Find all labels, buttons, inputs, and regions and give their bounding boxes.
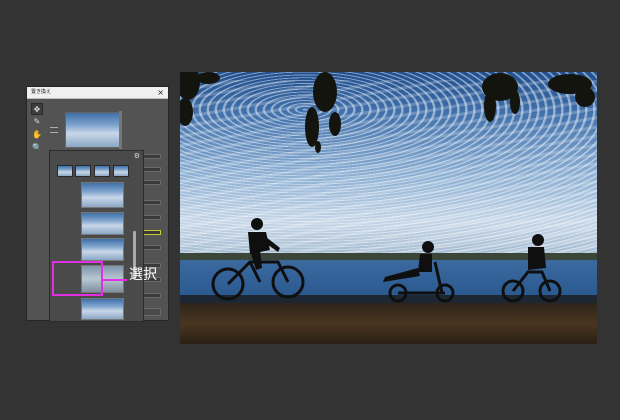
slider-control[interactable] <box>143 200 161 205</box>
zoom-icon[interactable]: 🔍 <box>31 142 43 154</box>
document-photo[interactable] <box>180 72 597 344</box>
sky-thumbnail[interactable] <box>81 212 124 235</box>
foliage-top-right <box>482 73 595 122</box>
tool-column: ✥ ✎ ✋ 🔍 <box>29 103 45 158</box>
foliage-top-center <box>305 72 341 153</box>
move-icon[interactable]: ✥ <box>31 103 43 115</box>
sky-thumbnail[interactable] <box>81 238 124 261</box>
sky-preset-popup: ⚙ <box>49 150 144 322</box>
callout-line <box>103 279 127 281</box>
foliage-top-left <box>180 72 220 126</box>
child-bike-silhouette <box>501 270 562 303</box>
gear-icon[interactable]: ⚙ <box>134 152 140 161</box>
child-rider-body <box>528 234 546 270</box>
sky-preview-thumbnail[interactable] <box>65 112 120 148</box>
sky-folder-thumbnail[interactable] <box>94 165 110 177</box>
menu-lines-icon <box>50 127 58 133</box>
sky-folder-thumbnail[interactable] <box>113 165 129 177</box>
slider-control[interactable] <box>143 167 161 172</box>
scooter-rider-body <box>383 241 434 282</box>
sky-folder-thumbnail[interactable] <box>57 165 73 177</box>
brush-icon[interactable]: ✎ <box>31 116 43 128</box>
selection-highlight <box>52 261 103 296</box>
dialog-titlebar[interactable]: 置き換え × <box>27 87 168 99</box>
sky-thumbnail[interactable] <box>81 298 124 320</box>
slider-control[interactable] <box>143 180 161 185</box>
photo-silhouettes <box>180 72 595 303</box>
slider-control[interactable] <box>143 154 161 159</box>
ok-button[interactable] <box>141 308 161 316</box>
sky-folder-thumbnail[interactable] <box>75 165 91 177</box>
close-icon[interactable]: × <box>157 87 164 98</box>
callout-label: 選択 <box>129 267 157 283</box>
sky-thumbnail[interactable] <box>81 182 124 208</box>
slider-control[interactable] <box>143 245 161 250</box>
dialog-title: 置き換え <box>31 89 52 95</box>
slider-control[interactable] <box>143 215 161 220</box>
slider-control[interactable] <box>143 293 161 298</box>
sky-dropdown-handle[interactable] <box>119 111 122 149</box>
slider-control[interactable] <box>143 230 161 235</box>
hand-icon[interactable]: ✋ <box>31 129 43 141</box>
